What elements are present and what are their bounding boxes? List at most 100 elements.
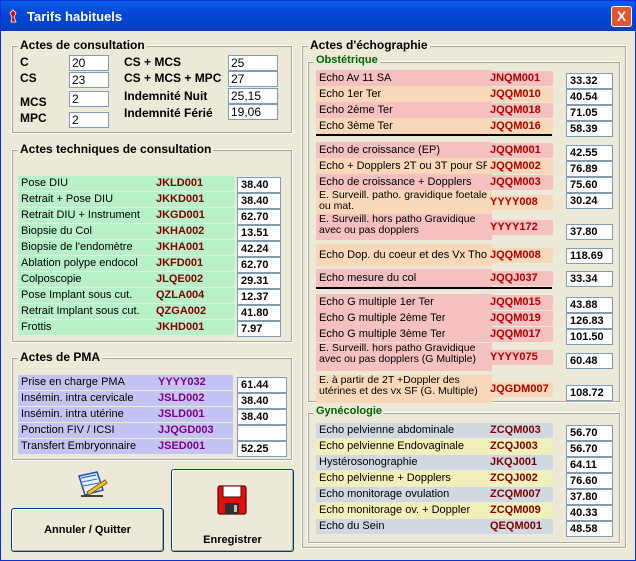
tech-row-label: Pose Implant sous cut. [18,288,162,303]
obst-row-code: YYYY008 [487,194,553,210]
tech-row-label: Biopsie du Col [18,224,162,239]
c-input[interactable]: 20 [69,55,109,71]
tech-row-code: JLQE002 [153,272,235,287]
echo-group: Actes d'échographie Obstétrique Gynécolo… [301,38,627,549]
mcs-label: MCS [20,95,47,109]
gyn-row-value-input[interactable]: 64.11 [566,457,613,473]
obst-row-code: JQQM001 [487,142,553,158]
obst-row-value-input[interactable]: 42.55 [566,145,613,161]
obst-row-label: Echo G multiple 3ème Ter [316,326,492,342]
pma-row-label: Insémin. intra cervicale [18,391,156,406]
tech-row-label: Colposcopie [18,272,162,287]
gyn-row-code: ZCQJ003 [487,439,553,454]
obst-row-label: Echo Av 11 SA [316,70,492,86]
gyn-row-label: Echo pelvienne abdominale [316,423,492,438]
mpc-input[interactable]: 2 [69,112,109,128]
pma-row-label: Transfert Embryonnaire [18,439,156,454]
obst-row-value-input[interactable]: 33.32 [566,73,613,89]
gyn-row-value-input[interactable]: 37.80 [566,489,613,505]
obst-row-label: Echo 1er Ter [316,86,492,102]
mpc-label: MPC [20,111,47,125]
consultation-title: Actes de consultation [18,38,147,52]
tech-row-value-input[interactable]: 41.80 [237,305,281,321]
techniques-group: Actes techniques de consultation Pose DI… [11,142,293,343]
obst-row-value-input[interactable]: 101.50 [566,329,613,345]
cancel-quit-label: Annuler / Quitter [44,524,131,536]
gyn-row-value-input[interactable]: 40.33 [566,505,613,521]
obst-row-value-input[interactable]: 76.89 [566,161,613,177]
edit-notepad-icon[interactable] [75,468,109,500]
pma-row-value-input[interactable] [237,425,287,441]
gyn-row-label: Echo du Sein [316,519,492,534]
obst-row-value-input[interactable]: 33.34 [566,271,613,287]
obst-row-value-input[interactable]: 43.88 [566,297,613,313]
consultation-group: Actes de consultation C 20 CS 23 MCS 2 M… [11,38,293,134]
gyn-row-value-input[interactable]: 48.58 [566,521,613,537]
gyn-row-value-input[interactable]: 56.70 [566,425,613,441]
pma-group: Actes de PMA Prise en charge PMA YYYY032 6… [11,350,293,461]
tech-row-label: Retrait DIU + Instrument [18,208,162,223]
obst-row-value-input[interactable]: 71.05 [566,105,613,121]
pma-row-code: JSLD001 [155,407,233,422]
obst-row-code: JQQM002 [487,158,553,174]
floppy-disk-icon [217,485,247,515]
obst-row-value-input[interactable]: 60.48 [566,353,613,369]
obst-row-value-input[interactable]: 118.69 [566,248,613,264]
gyn-row-code: QEQM001 [487,519,553,534]
c-label: C [20,55,29,69]
pma-row-value-input[interactable]: 38.40 [237,393,287,409]
tech-row-value-input[interactable]: 13.51 [237,225,281,241]
app-icon [9,9,17,23]
tech-row-code: JKHA001 [153,240,235,255]
close-button[interactable]: X [611,6,632,27]
obst-row-value-input[interactable]: 108.72 [566,385,613,401]
obst-row-label: Echo de croissance + Dopplers [316,174,492,190]
tech-row-code: JKHD001 [153,320,235,335]
tech-row-code: JKHA002 [153,224,235,239]
tech-row-code: JKLD001 [153,176,235,191]
pma-row-code: JSLD002 [155,391,233,406]
gyn-row-value-input[interactable]: 56.70 [566,441,613,457]
obst-row-label: E. Surveill. hors patho Gravidique avec … [316,343,492,371]
cs-mcs-mpc-input[interactable]: 27 [228,71,278,87]
ferie-input[interactable]: 19,06 [228,104,278,120]
obst-row-value-input[interactable]: 40.54 [566,89,613,105]
tech-row-code: QZLA004 [153,288,235,303]
obst-row-value-input[interactable]: 75.60 [566,177,613,193]
gyn-row-label: Echo pelvienne + Dopplers [316,471,492,486]
tech-row-value-input[interactable]: 7.97 [237,321,281,337]
window-title: Tarifs habituels [27,9,123,24]
ferie-label: Indemnité Férié [124,106,213,120]
pma-row-label: Ponction FIV / ICSI [18,423,156,438]
pma-row-value-input[interactable]: 52.25 [237,441,287,457]
cs-mcs-mpc-label: CS + MCS + MPC [124,71,222,85]
tech-row-value-input[interactable]: 29.31 [237,273,281,289]
tech-row-value-input[interactable]: 62.70 [237,257,281,273]
gynecologie-title: Gynécologie [314,405,385,417]
obst-row-value-input[interactable]: 37.80 [566,224,613,240]
obst-row-value-input[interactable]: 126.83 [566,313,613,329]
pma-row-value-input[interactable]: 61.44 [237,377,287,393]
cancel-quit-button[interactable]: Annuler / Quitter [11,508,164,552]
obst-row-code: YYYY172 [487,219,553,235]
cs-mcs-label: CS + MCS [124,55,182,69]
save-button[interactable]: Enregistrer [171,469,294,552]
cs-input[interactable]: 23 [69,72,109,88]
obst-row-value-input[interactable]: 30.24 [566,193,613,209]
gyn-row-value-input[interactable]: 76.60 [566,473,613,489]
obst-row-label: Echo G multiple 2ème Ter [316,310,492,326]
obst-row-value-input[interactable]: 58.39 [566,121,613,137]
pma-row-code: JJQGD003 [155,423,233,438]
tech-row-value-input[interactable]: 38.40 [237,177,281,193]
tech-row-label: Biopsie de l'endomètre [18,240,162,255]
cs-mcs-input[interactable]: 25 [228,55,278,71]
nuit-input[interactable]: 25,15 [228,88,278,104]
tech-row-value-input[interactable]: 12.37 [237,289,281,305]
tech-row-label: Retrait Implant sous cut. [18,304,162,319]
pma-row-value-input[interactable]: 38.40 [237,409,287,425]
mcs-input[interactable]: 2 [69,91,109,107]
obst-row-code: JQGDM007 [487,381,553,397]
tech-row-value-input[interactable]: 62.70 [237,209,281,225]
tech-row-value-input[interactable]: 38.40 [237,193,281,209]
tech-row-value-input[interactable]: 42.24 [237,241,281,257]
